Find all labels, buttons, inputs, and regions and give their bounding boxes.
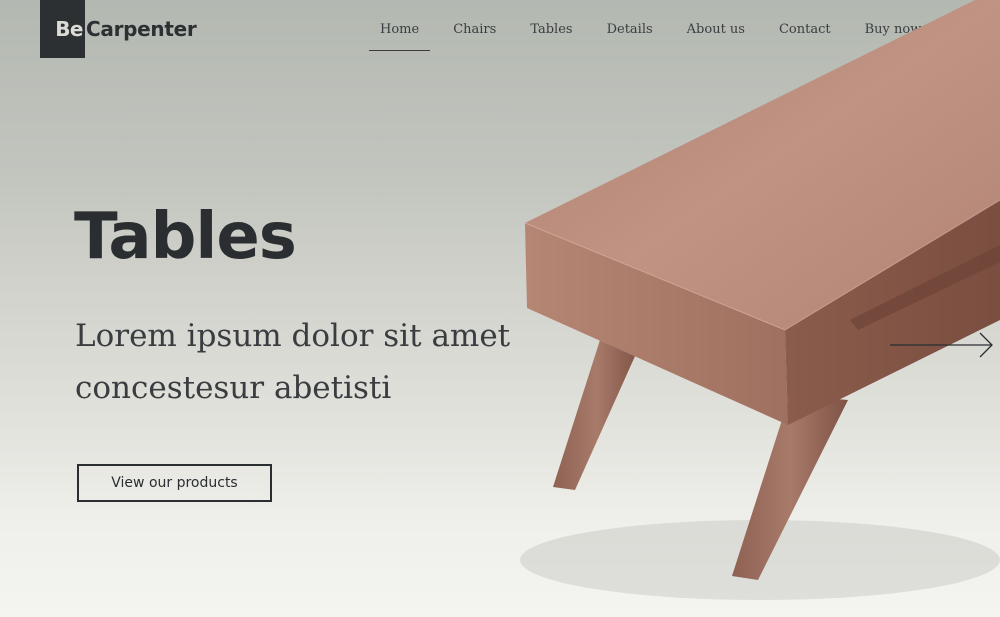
table-leg-back — [553, 340, 640, 490]
logo-name: Carpenter — [86, 17, 197, 41]
logo[interactable]: Be Carpenter — [40, 0, 197, 58]
logo-mark: Be — [40, 0, 85, 58]
logo-prefix: Be — [55, 17, 83, 41]
arrow-right-icon[interactable] — [888, 330, 996, 360]
table-product-image — [520, 0, 1000, 600]
hero-title: Tables — [74, 200, 297, 274]
hero-subtitle: Lorem ipsum dolor sit amet concestesur a… — [75, 318, 511, 406]
nav-item-home[interactable]: Home — [369, 20, 431, 51]
nav-item-chairs[interactable]: Chairs — [442, 20, 507, 51]
view-products-button[interactable]: View our products — [77, 464, 272, 502]
